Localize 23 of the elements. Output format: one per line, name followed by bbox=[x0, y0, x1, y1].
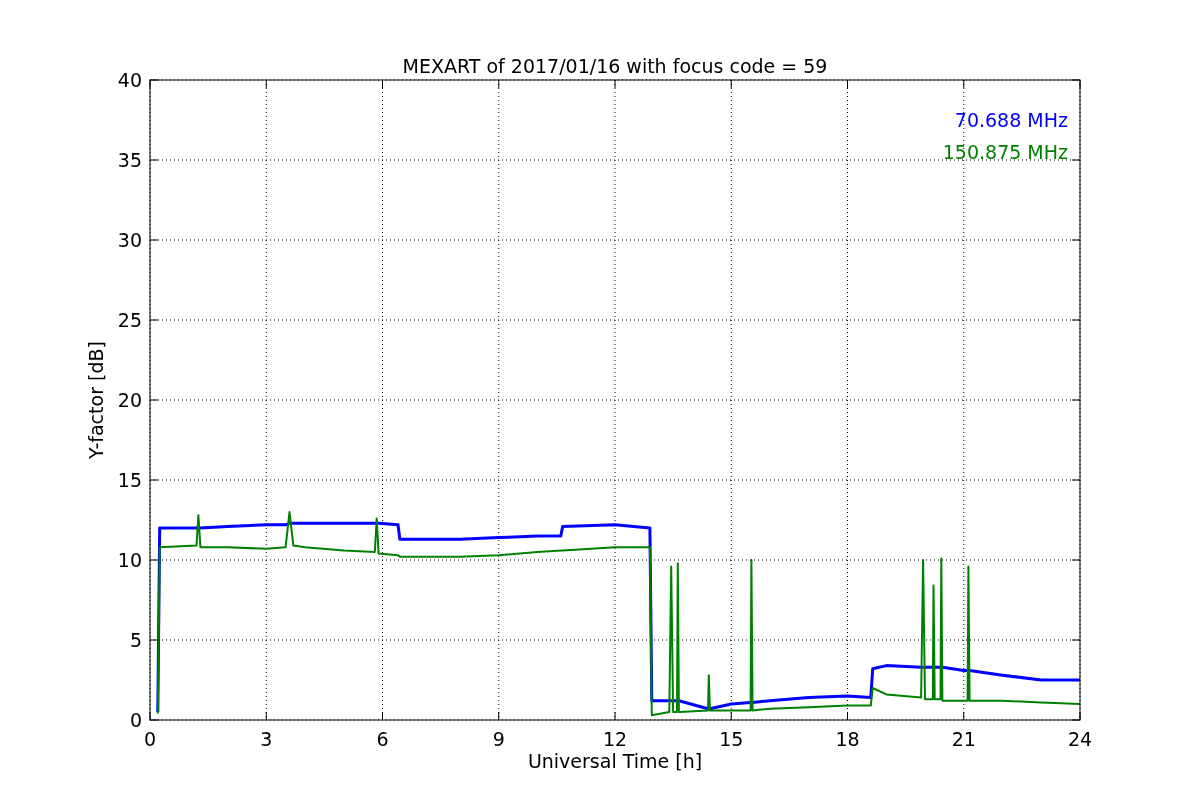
tick-label: 12 bbox=[602, 728, 628, 750]
tick-label: 21 bbox=[951, 728, 976, 750]
tick-label: 15 bbox=[719, 728, 744, 750]
tick-label: 0 bbox=[143, 728, 157, 750]
tick-label: 9 bbox=[492, 728, 505, 750]
tick-label: 6 bbox=[376, 728, 389, 750]
tick-label: 5 bbox=[129, 629, 142, 651]
chart-title: MEXART of 2017/01/16 with focus code = 59 bbox=[402, 55, 828, 77]
tick-label: 25 bbox=[117, 309, 142, 331]
tick-label: 10 bbox=[117, 549, 142, 571]
legend-label: 150.875 MHz bbox=[942, 141, 1068, 163]
tick-label: 3 bbox=[260, 728, 273, 750]
tick-label: 35 bbox=[117, 149, 142, 171]
x-axis-label: Universal Time [h] bbox=[527, 750, 703, 772]
tick-label: 30 bbox=[117, 229, 142, 251]
tick-label: 0 bbox=[129, 709, 142, 731]
legend-label: 70.688 MHz bbox=[954, 109, 1068, 131]
tick-label: 15 bbox=[117, 469, 142, 491]
tick-label: 40 bbox=[117, 69, 142, 91]
tick-label: 24 bbox=[1067, 728, 1093, 750]
y-axis-label: Y-factor [dB] bbox=[85, 341, 107, 459]
tick-label: 18 bbox=[835, 728, 860, 750]
tick-label: 20 bbox=[117, 389, 142, 411]
